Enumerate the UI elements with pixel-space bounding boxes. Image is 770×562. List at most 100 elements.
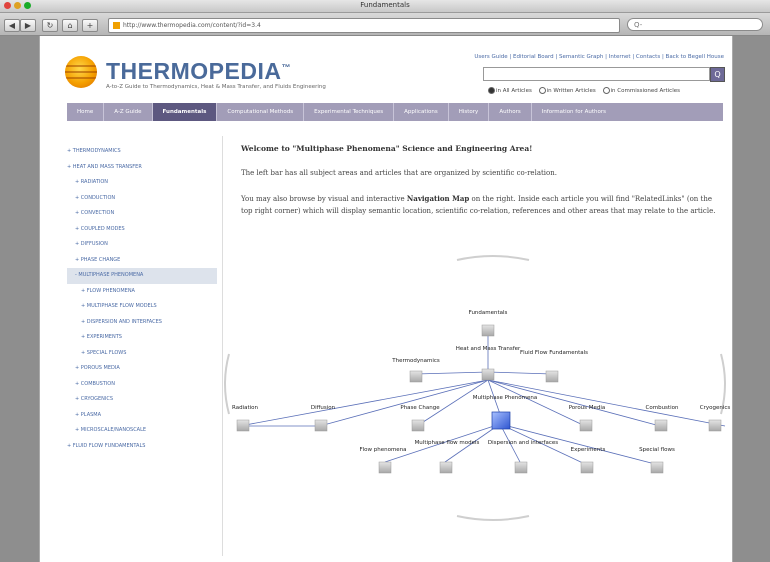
site-search-button[interactable]: Q	[710, 67, 725, 82]
radio-commissioned-articles[interactable]	[602, 87, 610, 94]
web-page: THERMOPEDIA™ A-to-Z Guide to Thermodynam…	[39, 36, 733, 562]
thermopedia-logo-icon[interactable]	[65, 56, 97, 88]
sidebar-item-combustion[interactable]: + COMBUSTION	[67, 377, 217, 393]
logo-name: THERMOPEDIA	[106, 58, 282, 84]
url-text: http://www.thermopedia.com/content/?id=3…	[123, 22, 261, 29]
logo-tagline: A-to-Z Guide to Thermodynamics, Heat & M…	[106, 84, 326, 90]
sidebar-item-phase-change[interactable]: + PHASE CHANGE	[67, 253, 217, 269]
map-label-fluid-flow: Fluid Flow Fundamentals	[520, 350, 588, 356]
map-label-thermodynamics: Thermodynamics	[391, 358, 440, 364]
map-scroll-left-arrow[interactable]	[224, 353, 230, 415]
map-node-porous-media[interactable]: Porous Media	[569, 405, 606, 432]
logo-text[interactable]: THERMOPEDIA™	[106, 58, 291, 85]
nav-home[interactable]: Home	[67, 103, 105, 121]
map-label-radiation: Radiation	[232, 405, 259, 411]
map-scroll-up-arrow[interactable]	[456, 255, 530, 261]
intro-paragraph: The left bar has all subject areas and a…	[241, 169, 557, 177]
trademark-symbol: ™	[281, 62, 291, 73]
window-title: Fundamentals	[360, 1, 410, 9]
nav-history[interactable]: History	[449, 103, 490, 121]
map-label-phase-change: Phase Change	[400, 405, 440, 411]
map-node-fundamentals[interactable]: Fundamentals	[469, 310, 508, 337]
favicon-icon	[113, 22, 120, 29]
map-label-combustion: Combustion	[646, 405, 679, 411]
map-label-flow-phen: Flow phenomena	[359, 447, 406, 453]
home-button[interactable]: ⌂	[62, 19, 78, 32]
search-scope-options: in All Articles in Written Articles in C…	[483, 87, 680, 94]
sidebar-item-porous-media[interactable]: + POROUS MEDIA	[67, 361, 217, 377]
navigation-map-link[interactable]: Navigation Map	[407, 194, 469, 203]
subject-tree-sidebar: + THERMODYNAMICS + HEAT AND MASS TRANSFE…	[67, 144, 217, 454]
browser-window: Fundamentals ◀ ▶ ↻ ⌂ + http://www.thermo…	[0, 0, 770, 562]
map-node-flow-phenomena[interactable]: Flow phenomena	[359, 447, 407, 474]
sidebar-item-cryogenics[interactable]: + CRYOGENICS	[67, 392, 217, 408]
radio-label-all: in All Articles	[496, 88, 532, 94]
map-scroll-down-arrow[interactable]	[456, 515, 530, 521]
map-node-multiphase-flow-models[interactable]: Multiphase flow models	[415, 440, 480, 474]
sidebar-item-radiation[interactable]: + RADIATION	[67, 175, 217, 191]
navigation-map[interactable]: Fundamentals Thermodynamics Heat and Mas…	[215, 254, 735, 524]
map-label-heat-mass: Heat and Mass Transfer	[456, 346, 521, 352]
map-node-phase-change[interactable]: Phase Change	[400, 405, 440, 432]
map-node-radiation[interactable]: Radiation	[232, 405, 259, 432]
map-label-experiments: Experiments	[571, 447, 606, 453]
sidebar-item-convection[interactable]: + CONVECTION	[67, 206, 217, 222]
browser-toolbar: ◀ ▶ ↻ ⌂ + http://www.thermopedia.com/con…	[0, 13, 770, 36]
navigation-paragraph: You may also browse by visual and intera…	[241, 193, 721, 217]
sidebar-item-dispersion-and-interfaces[interactable]: + DISPERSION AND INTERFACES	[67, 315, 217, 331]
sidebar-item-microscale-nanoscale[interactable]: + MICROSCALE/NANOSCALE	[67, 423, 217, 439]
sidebar-item-heat-and-mass-transfer[interactable]: + HEAT AND MASS TRANSFER	[67, 160, 217, 176]
sidebar-item-thermodynamics[interactable]: + THERMODYNAMICS	[67, 144, 217, 160]
sidebar-item-coupled-modes[interactable]: + COUPLED MODES	[67, 222, 217, 238]
nav-experimental-techniques[interactable]: Experimental Techniques	[304, 103, 395, 121]
map-label-multiphase: Multiphase Phenomena	[473, 395, 537, 401]
map-label-diffusion: Diffusion	[311, 405, 336, 411]
main-content: Welcome to "Multiphase Phenomena" Scienc…	[241, 144, 721, 217]
nav-information-for-authors[interactable]: Information for Authors	[532, 103, 616, 121]
sidebar-item-fluid-flow-fundamentals[interactable]: + FLUID FLOW FUNDAMENTALS	[67, 439, 217, 455]
browser-search-field[interactable]: Q-	[627, 18, 763, 31]
sidebar-item-plasma[interactable]: + PLASMA	[67, 408, 217, 424]
nav-authors[interactable]: Authors	[489, 103, 532, 121]
sidebar-item-special-flows[interactable]: + SPECIAL FLOWS	[67, 346, 217, 362]
add-bookmark-button[interactable]: +	[82, 19, 98, 32]
map-label-special-flows: Special flows	[639, 447, 675, 453]
map-node-special-flows[interactable]: Special flows	[639, 447, 675, 474]
welcome-heading: Welcome to "Multiphase Phenomena" Scienc…	[241, 144, 533, 153]
title-bar: Fundamentals	[0, 0, 770, 13]
map-node-combustion[interactable]: Combustion	[646, 405, 679, 432]
header-links[interactable]: Users Guide | Editorial Board | Semantic…	[474, 54, 724, 60]
map-label-fundamentals: Fundamentals	[469, 310, 508, 316]
radio-label-commissioned: in Commissioned Articles	[610, 88, 680, 94]
nav-fundamentals[interactable]: Fundamentals	[152, 103, 218, 121]
sidebar-item-diffusion[interactable]: + DIFFUSION	[67, 237, 217, 253]
radio-written-articles[interactable]	[538, 87, 546, 94]
radio-label-written: in Written Articles	[546, 88, 596, 94]
map-node-thermodynamics[interactable]: Thermodynamics	[391, 358, 440, 383]
map-node-dispersion-and-interfaces[interactable]: Dispersion and interfaces	[488, 440, 558, 474]
site-search-input[interactable]	[483, 67, 710, 81]
map-label-porous: Porous Media	[569, 405, 606, 411]
forward-button[interactable]: ▶	[20, 19, 36, 32]
map-node-cryogenics[interactable]: Cryogenics	[700, 405, 731, 432]
map-label-cryogenics: Cryogenics	[700, 405, 731, 411]
map-node-diffusion[interactable]: Diffusion	[311, 405, 336, 432]
main-navigation: Home A-Z Guide Fundamentals Computationa…	[67, 103, 723, 121]
sidebar-item-conduction[interactable]: + CONDUCTION	[67, 191, 217, 207]
sidebar-item-multiphase-flow-models[interactable]: + MULTIPHASE FLOW MODELS	[67, 299, 217, 315]
nav-applications[interactable]: Applications	[394, 103, 449, 121]
reload-button[interactable]: ↻	[42, 19, 58, 32]
navigation-text-a: You may also browse by visual and intera…	[241, 195, 407, 203]
nav-a-z-guide[interactable]: A-Z Guide	[104, 103, 153, 121]
map-node-multiphase-phenomena[interactable]: Multiphase Phenomena	[473, 395, 537, 430]
address-bar[interactable]: http://www.thermopedia.com/content/?id=3…	[108, 18, 620, 33]
map-node-fluid-flow-fundamentals[interactable]: Fluid Flow Fundamentals	[520, 350, 588, 383]
sidebar-item-experiments[interactable]: + EXPERIMENTS	[67, 330, 217, 346]
nav-computational-methods[interactable]: Computational Methods	[217, 103, 305, 121]
sidebar-item-multiphase-phenomena[interactable]: - MULTIPHASE PHENOMENA	[67, 268, 217, 284]
map-label-dispersion: Dispersion and interfaces	[488, 440, 558, 446]
back-button[interactable]: ◀	[4, 19, 20, 32]
sidebar-item-flow-phenomena[interactable]: + FLOW PHENOMENA	[67, 284, 217, 300]
map-label-mpf-models: Multiphase flow models	[415, 440, 480, 446]
radio-all-articles[interactable]	[488, 87, 495, 94]
